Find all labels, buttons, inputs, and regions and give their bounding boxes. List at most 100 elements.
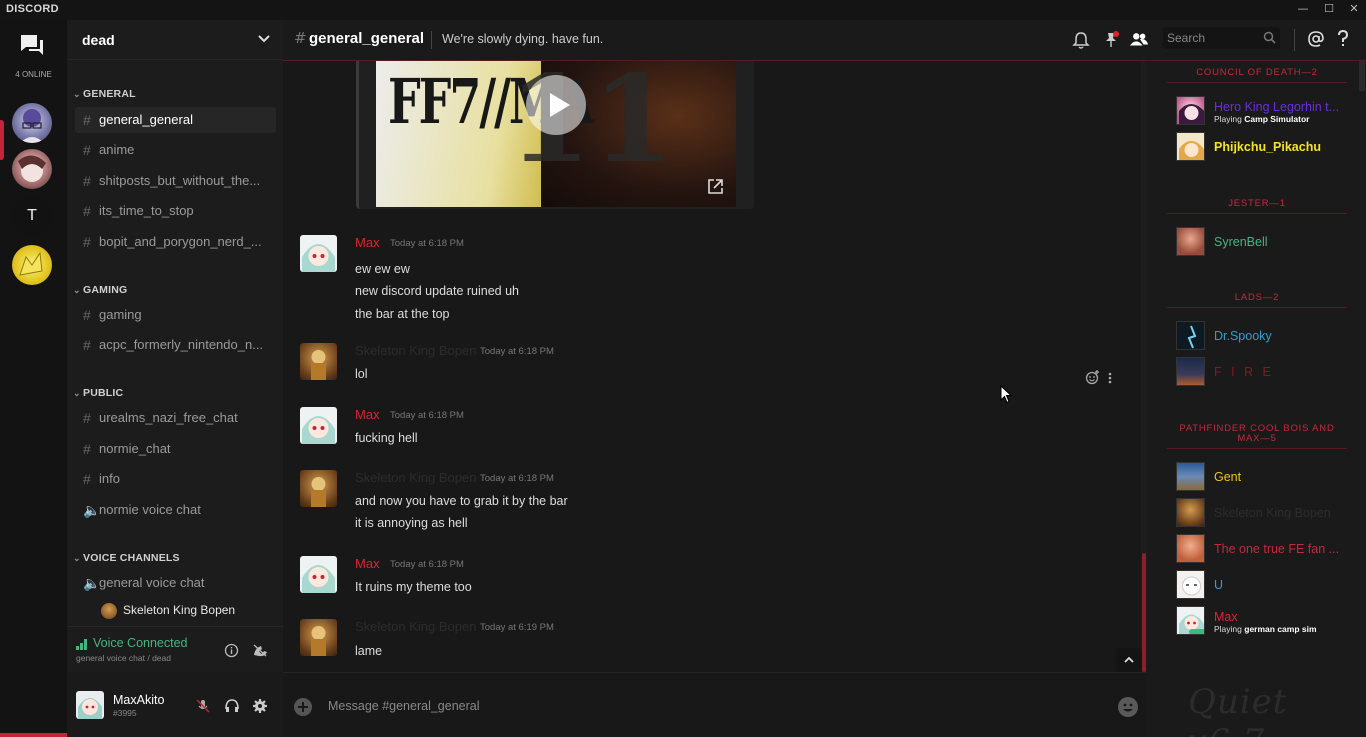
pinned-messages-icon[interactable] bbox=[1101, 30, 1121, 50]
video-embed[interactable]: FF7//MA 11 bbox=[356, 61, 754, 209]
role-header: COUNCIL OF DEATH—2 bbox=[1196, 67, 1318, 78]
avatar bbox=[1176, 462, 1205, 491]
channel-bopit[interactable]: # bopit_and_porygon_nerd_... bbox=[75, 229, 276, 255]
message-author[interactable]: Skeleton King Bopen bbox=[355, 343, 476, 358]
channel-gaming[interactable]: # gaming bbox=[75, 302, 276, 328]
message-text: new discord update ruined uh bbox=[355, 284, 520, 298]
member-item[interactable]: SyrenBell bbox=[1176, 227, 1361, 257]
member-item[interactable]: F I R E bbox=[1176, 357, 1361, 387]
avatar bbox=[1176, 534, 1205, 563]
settings-gear-icon[interactable] bbox=[252, 698, 268, 714]
text-channel-icon: # bbox=[294, 29, 307, 47]
member-item[interactable]: Skeleton King Bopen bbox=[1176, 498, 1361, 528]
selected-indicator bbox=[0, 120, 4, 160]
video-thumbnail[interactable]: FF7//MA 11 bbox=[376, 61, 736, 207]
member-item[interactable]: Gent bbox=[1176, 462, 1361, 492]
voice-user[interactable]: Skeleton King Bopen bbox=[101, 601, 235, 619]
member-scrollbar[interactable] bbox=[1359, 61, 1365, 91]
member-list-icon[interactable] bbox=[1129, 30, 1149, 50]
message-input[interactable] bbox=[328, 695, 1088, 717]
headphones-icon[interactable] bbox=[224, 698, 240, 714]
category-public[interactable]: ⌄ PUBLIC bbox=[73, 387, 123, 399]
server-name: dead bbox=[82, 32, 115, 48]
avatar bbox=[1176, 357, 1205, 386]
disconnect-icon[interactable] bbox=[252, 643, 268, 658]
avatar bbox=[1176, 321, 1205, 350]
server-icon-1[interactable] bbox=[12, 103, 52, 143]
avatar[interactable] bbox=[300, 470, 337, 507]
add-reaction-icon[interactable] bbox=[1085, 370, 1100, 385]
search-input[interactable] bbox=[1167, 30, 1257, 46]
member-name: Dr.Spooky bbox=[1214, 329, 1272, 343]
more-options-icon[interactable] bbox=[1107, 371, 1113, 385]
voice-channel-general[interactable]: 🔈 general voice chat bbox=[75, 570, 276, 596]
message-text: the bar at the top bbox=[355, 307, 450, 321]
server-icon-2[interactable] bbox=[12, 149, 52, 189]
avatar[interactable] bbox=[300, 235, 337, 272]
member-item[interactable]: U bbox=[1176, 570, 1361, 600]
chevron-down-icon[interactable] bbox=[257, 34, 271, 44]
maximize-button[interactable]: ☐ bbox=[1316, 0, 1342, 20]
message-timestamp: Today at 6:18 PM bbox=[480, 473, 554, 484]
server-header[interactable]: dead bbox=[67, 20, 283, 60]
channel-general_general[interactable]: # general_general bbox=[75, 107, 276, 133]
search-icon[interactable] bbox=[1263, 31, 1276, 44]
text-channel-icon: # bbox=[83, 337, 91, 353]
role-divider bbox=[1167, 213, 1347, 214]
channel-sidebar: dead ⌄ GENERAL # general_general # anime # s… bbox=[67, 20, 283, 737]
channel-shitposts[interactable]: # shitposts_but_without_the... bbox=[75, 168, 276, 194]
direct-messages-icon[interactable] bbox=[19, 33, 45, 57]
avatar[interactable] bbox=[300, 556, 337, 593]
channel-urealms[interactable]: # urealms_nazi_free_chat bbox=[75, 405, 276, 431]
mentions-icon[interactable] bbox=[1307, 30, 1325, 48]
avatar[interactable] bbox=[300, 343, 337, 380]
upload-plus-icon[interactable] bbox=[294, 698, 312, 716]
help-icon[interactable] bbox=[1336, 30, 1350, 48]
channel-normie_chat[interactable]: # normie_chat bbox=[75, 436, 276, 462]
channel-acpc[interactable]: # acpc_formerly_nintendo_n... bbox=[75, 332, 276, 358]
notification-bell-icon[interactable] bbox=[1071, 30, 1091, 50]
member-item[interactable]: Max Playing german camp sim bbox=[1176, 606, 1361, 636]
play-icon[interactable] bbox=[526, 75, 586, 135]
avatar bbox=[101, 602, 117, 619]
jump-to-present-button[interactable] bbox=[1116, 648, 1142, 672]
channel-anime[interactable]: # anime bbox=[75, 137, 276, 163]
minimize-button[interactable]: — bbox=[1290, 0, 1316, 20]
channel-its_time_to_stop[interactable]: # its_time_to_stop bbox=[75, 198, 276, 224]
external-link-icon[interactable] bbox=[707, 178, 724, 195]
voice-channel-normie[interactable]: 🔈 normie voice chat bbox=[75, 497, 276, 523]
member-item[interactable]: The one true FE fan ... bbox=[1176, 534, 1361, 564]
member-item[interactable]: Phijkchu_Pikachu bbox=[1176, 132, 1361, 162]
server-icon-t[interactable]: T bbox=[12, 196, 52, 236]
member-name: Skeleton King Bopen bbox=[1214, 506, 1331, 520]
role-header: PATHFINDER COOL BOIS AND MAX—5 bbox=[1179, 423, 1335, 444]
avatar[interactable] bbox=[300, 407, 337, 444]
member-item[interactable]: Hero King Legorhin t... Playing Camp Sim… bbox=[1176, 96, 1361, 126]
member-item[interactable]: Dr.Spooky bbox=[1176, 321, 1361, 351]
online-count: 4 ONLINE bbox=[15, 70, 52, 79]
category-gaming[interactable]: ⌄ GAMING bbox=[73, 284, 127, 296]
mute-microphone-icon[interactable] bbox=[195, 698, 211, 714]
message-author[interactable]: Max bbox=[355, 407, 380, 422]
message-timestamp: Today at 6:18 PM bbox=[390, 559, 464, 570]
role-header: LADS—2 bbox=[1234, 292, 1280, 303]
close-button[interactable]: ✕ bbox=[1341, 0, 1366, 20]
user-avatar[interactable] bbox=[76, 691, 104, 719]
message-timestamp: Today at 6:19 PM bbox=[480, 622, 554, 633]
message-author[interactable]: Skeleton King Bopen bbox=[355, 470, 476, 485]
info-icon[interactable] bbox=[224, 643, 239, 658]
message-author[interactable]: Max bbox=[355, 235, 380, 250]
channel-info[interactable]: # info bbox=[75, 466, 276, 492]
category-general[interactable]: ⌄ GENERAL bbox=[73, 88, 136, 100]
category-voice[interactable]: ⌄ VOICE CHANNELS bbox=[73, 552, 180, 564]
member-name: The one true FE fan ... bbox=[1214, 542, 1340, 556]
emoji-picker-icon[interactable] bbox=[1118, 697, 1138, 717]
message-author[interactable]: Max bbox=[355, 556, 380, 571]
message-text: It ruins my theme too bbox=[355, 580, 472, 594]
avatar[interactable] bbox=[300, 619, 337, 656]
search-box[interactable] bbox=[1163, 27, 1280, 49]
server-icon-4[interactable] bbox=[12, 245, 52, 285]
message-author[interactable]: Skeleton King Bopen bbox=[355, 619, 476, 634]
member-name: Gent bbox=[1214, 470, 1242, 484]
scrollbar-thumb[interactable] bbox=[1142, 553, 1146, 672]
